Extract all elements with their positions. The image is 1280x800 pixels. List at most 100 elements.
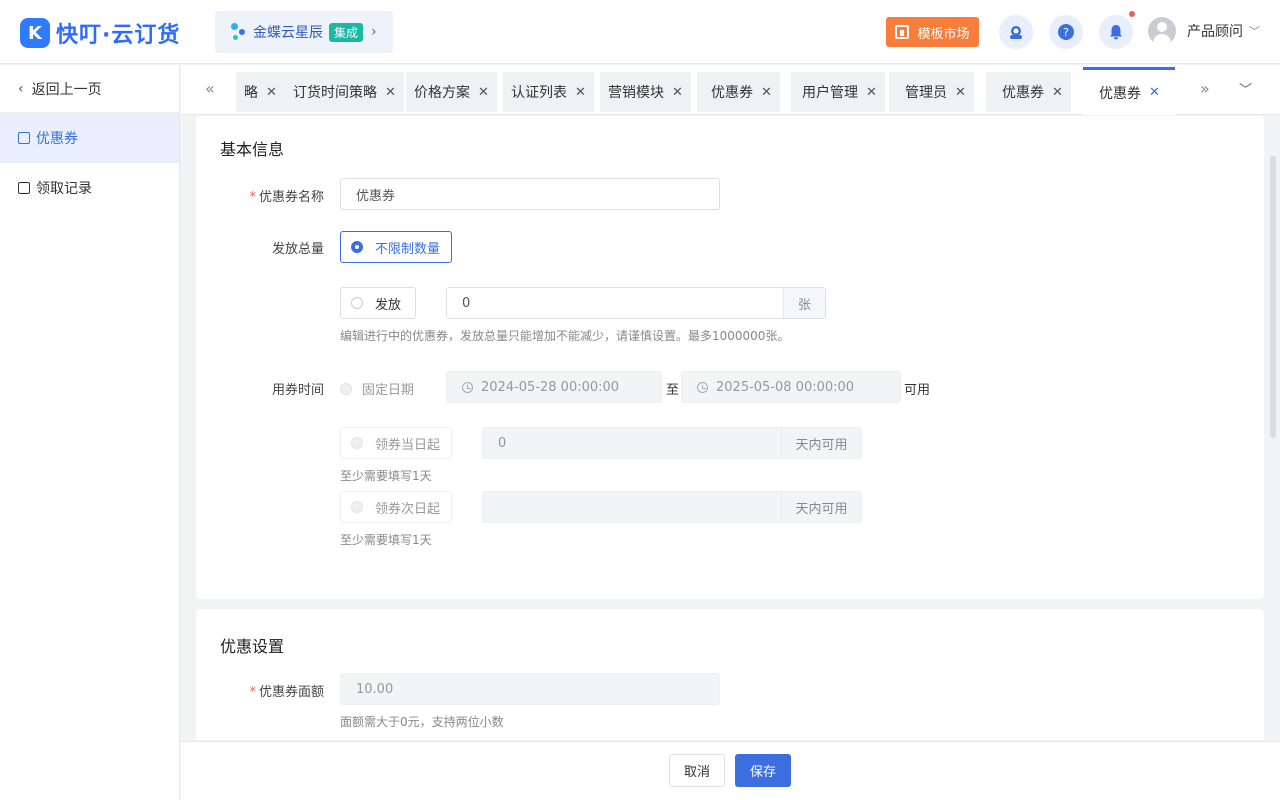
template-market-label: 模板市场 [917,26,970,42]
end-date-input[interactable]: 2025-05-08 00:00:00 [681,371,901,403]
bell-icon [1110,25,1122,40]
tab-label: 价格方案 [414,85,470,101]
double-chevron-right-icon[interactable]: » [1200,79,1210,98]
next-day-radio[interactable]: 领券次日起 [340,491,452,523]
sidebar-item-coupon[interactable]: 优惠券 [0,113,179,163]
face-value-hint: 面额需大于0元，支持两位小数 [340,715,504,729]
chevron-left-icon: ‹ [18,80,24,97]
tab-label: 优惠券 [711,85,753,101]
days-suffix: 天内可用 [781,492,861,522]
layout-icon [895,25,910,39]
coupon-name-input[interactable]: 优惠券 [340,178,720,210]
template-market-button[interactable]: 模板市场 [886,17,979,47]
clipboard-icon [18,182,30,194]
start-date-input[interactable]: 2024-05-28 00:00:00 [446,371,662,403]
next-day-input[interactable]: 天内可用 [482,491,862,523]
close-icon[interactable]: ✕ [866,85,877,100]
clock-icon [697,381,708,393]
close-icon[interactable]: ✕ [761,85,772,100]
headset-icon [1010,26,1022,39]
close-icon[interactable]: ✕ [266,85,277,100]
tab-coupon[interactable]: 优惠券 ✕ [697,72,780,112]
app-logo[interactable]: K 快叮·云订货 [20,17,180,49]
section-title: 基本信息 [220,140,285,159]
tab-label: 认证列表 [511,85,567,101]
close-icon[interactable]: ✕ [955,85,966,100]
same-day-radio[interactable]: 领券当日起 [340,427,452,459]
section-title: 优惠设置 [220,637,285,656]
radio-icon [340,383,352,395]
fixed-date-radio[interactable]: 固定日期 [340,379,414,398]
time-label: 用券时间 [271,383,324,398]
kingdee-icon [229,21,249,43]
tab-label: 订货时间策略 [293,85,377,101]
footer-bar: 取消 保存 [181,741,1280,800]
close-icon[interactable]: ✕ [385,85,396,100]
coupon-name-label: * 优惠券名称 [249,190,324,205]
close-icon[interactable]: ✕ [478,85,489,100]
sidebar: ‹ 返回上一页 优惠券 领取记录 [0,65,180,800]
issue-quantity-input[interactable]: 0 张 [446,287,826,319]
radio-icon [351,437,363,449]
integration-switcher[interactable]: 金蝶云星辰 集成 › [215,11,393,53]
double-chevron-left-icon[interactable]: « [205,79,215,98]
back-button[interactable]: ‹ 返回上一页 [0,65,179,113]
days-suffix: 天内可用 [781,428,861,458]
user-menu[interactable]: 产品顾问 ﹀ [1148,17,1260,45]
radio-label: 领券次日起 [375,501,441,517]
sidebar-item-records[interactable]: 领取记录 [0,163,179,213]
tab-coupon-2[interactable]: 优惠券 ✕ [986,72,1071,112]
help-button[interactable]: ? [1049,15,1083,49]
tab-marketing[interactable]: 营销模块 ✕ [600,72,691,112]
issue-quantity-value: 0 [462,295,471,311]
help-icon: ? [1058,24,1074,40]
svg-text:?: ? [1063,26,1069,39]
chevron-down-icon[interactable]: ﹀ [1239,79,1252,98]
save-button[interactable]: 保存 [735,754,791,787]
close-icon[interactable]: ✕ [672,85,683,100]
logo-icon: K [20,18,50,48]
to-label: 至 [666,383,680,398]
face-value-label: * 优惠券面额 [249,685,324,700]
top-bar: K 快叮·云订货 金蝶云星辰 集成 › 模板市场 ? 产品顾问 ﹀ [0,0,1280,64]
tab-user-mgmt[interactable]: 用户管理 ✕ [791,72,885,112]
available-label: 可用 [904,383,931,398]
same-day-hint: 至少需要填写1天 [340,469,432,483]
tab-label: 优惠券 [1099,85,1141,102]
total-hint: 编辑进行中的优惠券，发放总量只能增加不能减少，请谨慎设置。最多1000000张。 [340,329,790,343]
unit-suffix: 张 [783,288,825,318]
close-icon[interactable]: ✕ [575,85,586,100]
ticket-icon [18,132,30,144]
tab-order-time[interactable]: 订货时间策略 ✕ [285,72,404,112]
tab-admin[interactable]: 管理员 ✕ [889,72,974,112]
basic-info-card: 基本信息 * 优惠券名称 优惠券 发放总量 不限制数量 发放 0 张 编辑进行中的… [196,116,1264,599]
discount-settings-card: 优惠设置 * 优惠券面额 10.00 面额需大于0元，支持两位小数 [196,609,1264,740]
total-label: 发放总量 [271,242,324,257]
avatar [1148,17,1176,45]
notification-button[interactable] [1099,15,1133,49]
sidebar-item-label: 优惠券 [36,131,78,147]
tab-bar: « 略 ✕ 订货时间策略 ✕ 价格方案 ✕ 认证列表 ✕ 营销模块 ✕ 优惠券 ✕ 用户管理… [181,65,1280,115]
chevron-down-icon: ﹀ [1249,25,1260,38]
tab-label: 管理员 [905,85,947,101]
main-content: 基本信息 * 优惠券名称 优惠券 发放总量 不限制数量 发放 0 张 编辑进行中的… [181,116,1280,740]
integration-name: 金蝶云星辰 [253,25,323,41]
tab-coupon-active[interactable]: 优惠券 ✕ [1083,67,1175,115]
cancel-button[interactable]: 取消 [669,754,725,787]
unlimited-radio[interactable]: 不限制数量 [340,231,452,263]
support-button[interactable] [999,15,1033,49]
radio-icon [351,297,363,309]
tab-label: 营销模块 [608,85,664,101]
user-name: 产品顾问 [1187,24,1243,40]
same-day-input[interactable]: 0 天内可用 [482,427,862,459]
logo-text: 快叮·云订货 [56,23,181,48]
face-value-input[interactable]: 10.00 [340,673,720,705]
tab-cert-list[interactable]: 认证列表 ✕ [503,72,594,112]
tab-partial[interactable]: 略 ✕ [236,72,285,112]
radio-label: 发放 [375,297,402,313]
close-icon[interactable]: ✕ [1149,85,1160,100]
tab-price-plan[interactable]: 价格方案 ✕ [406,72,497,112]
issue-radio[interactable]: 发放 [340,287,416,319]
close-icon[interactable]: ✕ [1052,85,1063,100]
scrollbar[interactable] [1270,156,1276,438]
